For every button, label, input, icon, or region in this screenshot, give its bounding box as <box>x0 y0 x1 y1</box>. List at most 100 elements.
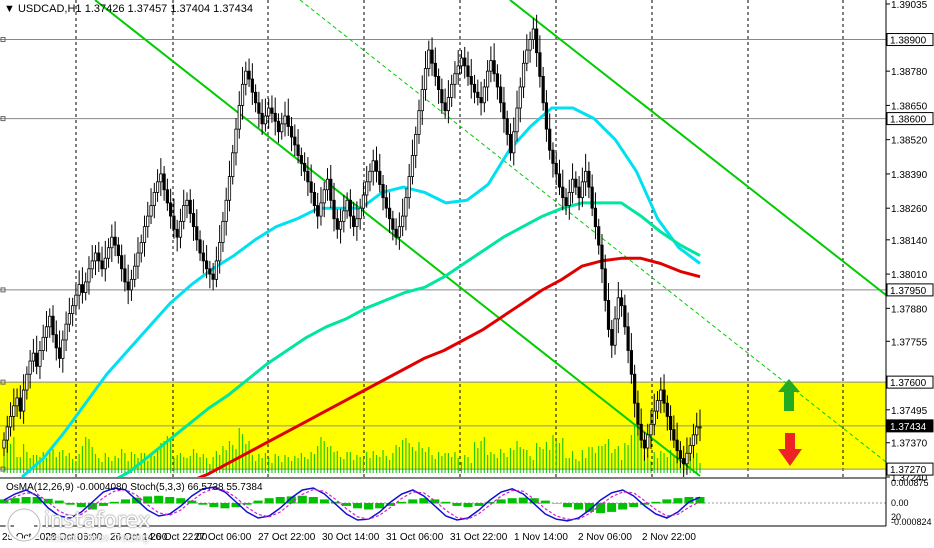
candle-up <box>64 323 68 341</box>
candle-down <box>273 112 277 122</box>
price-tick-label: 1.38140 <box>891 236 928 247</box>
osma-bar <box>441 501 451 504</box>
candle-up <box>61 339 65 359</box>
candle-down <box>198 239 202 254</box>
candle-up <box>103 257 107 270</box>
candle-down <box>172 215 176 230</box>
price-chart[interactable]: 1.39035 1.38780 1.38650 1.38520 1.38390 1.382… <box>0 0 934 548</box>
price-tick-label: 1.38520 <box>891 136 928 147</box>
candle-up <box>74 294 78 307</box>
candle-up <box>338 220 343 230</box>
price-label-text: 1.38900 <box>890 36 927 47</box>
candle-down <box>54 334 58 349</box>
candle-down <box>306 170 310 183</box>
candle-up <box>25 373 29 391</box>
candle-down <box>590 186 594 209</box>
candle-up <box>2 439 6 449</box>
candle-down <box>201 252 205 262</box>
osma-bar <box>618 503 628 510</box>
candle-up <box>512 131 516 154</box>
candle-up <box>420 89 424 112</box>
price-label-text: 1.37270 <box>890 465 927 476</box>
candle-down <box>466 65 470 77</box>
candle-down <box>662 389 666 404</box>
candle-up <box>31 352 36 362</box>
candle-down <box>188 199 192 214</box>
osma-bar <box>54 500 64 504</box>
candle-up <box>528 39 532 51</box>
candle-up <box>159 173 163 183</box>
time-tick-label: 2 Nov 22:00 <box>642 532 696 543</box>
candle-up <box>322 189 326 204</box>
candle-down <box>538 52 542 77</box>
candle-up <box>146 215 150 228</box>
candle-up <box>521 62 526 88</box>
candle-up <box>185 199 189 206</box>
level-price-label: 1.37270 <box>886 462 934 476</box>
candle-up <box>38 350 42 367</box>
candle-up <box>456 65 460 75</box>
stoch-label: Stoch(5,3,3) 66.5738 55.7384 <box>130 482 263 493</box>
candle-up <box>410 155 415 177</box>
candle-up <box>688 444 692 454</box>
candle-up <box>459 57 464 67</box>
osma-bar <box>474 503 484 506</box>
osma-bar <box>662 499 672 504</box>
candle-down <box>472 83 477 93</box>
candle-up <box>178 220 183 238</box>
osma-bar <box>165 497 175 504</box>
candle-down <box>387 207 392 220</box>
candle-down <box>564 197 568 206</box>
osma-bar <box>154 495 164 504</box>
candle-down <box>508 134 513 154</box>
candle-up <box>41 336 45 351</box>
candle-down <box>678 450 682 459</box>
candle-up <box>659 389 663 401</box>
candle-down <box>561 186 565 199</box>
candle-up <box>93 252 98 262</box>
candle-up <box>358 207 362 220</box>
candle-down <box>499 86 503 104</box>
candle-down <box>352 215 356 228</box>
candle-down <box>672 429 676 441</box>
candle-down <box>577 186 581 199</box>
candle-up <box>149 205 153 217</box>
candle-down <box>116 244 120 257</box>
candle-down <box>593 207 598 228</box>
candle-down <box>574 178 578 188</box>
candle-up <box>267 107 271 117</box>
osma-label: OsMA(12,26,9) -0.0004080 <box>6 482 128 493</box>
candle-up <box>342 210 346 222</box>
candle-down <box>169 202 173 217</box>
candle-up <box>142 226 147 243</box>
candle-down <box>18 397 22 412</box>
candle-up <box>567 191 571 206</box>
osma-bar <box>209 503 219 508</box>
candle-up <box>655 400 660 412</box>
candle-down <box>257 102 261 114</box>
candle-down <box>391 218 395 230</box>
candle-down <box>57 347 62 359</box>
candle-up <box>152 191 156 206</box>
candle-down <box>479 97 483 104</box>
osma-bar <box>220 503 230 509</box>
osc-header: OsMA(12,26,9) -0.0004080 Stoch(5,3,3) 66.… <box>6 482 263 493</box>
candle-down <box>289 126 294 138</box>
candle-down <box>541 76 545 104</box>
candle-up <box>71 305 75 315</box>
candle-up <box>518 86 522 109</box>
candle-up <box>129 278 134 291</box>
candle-down <box>544 102 549 130</box>
osma-bar <box>353 503 363 509</box>
candle-up <box>5 426 9 441</box>
candle-up <box>446 97 450 112</box>
candle-down <box>440 89 444 104</box>
candle-up <box>646 434 650 449</box>
candle-down <box>606 300 611 330</box>
candle-down <box>175 228 179 238</box>
candle-down <box>463 57 467 67</box>
candle-up <box>616 297 620 320</box>
candle-down <box>270 107 274 114</box>
candle-down <box>378 170 382 185</box>
candle-down <box>557 173 562 188</box>
